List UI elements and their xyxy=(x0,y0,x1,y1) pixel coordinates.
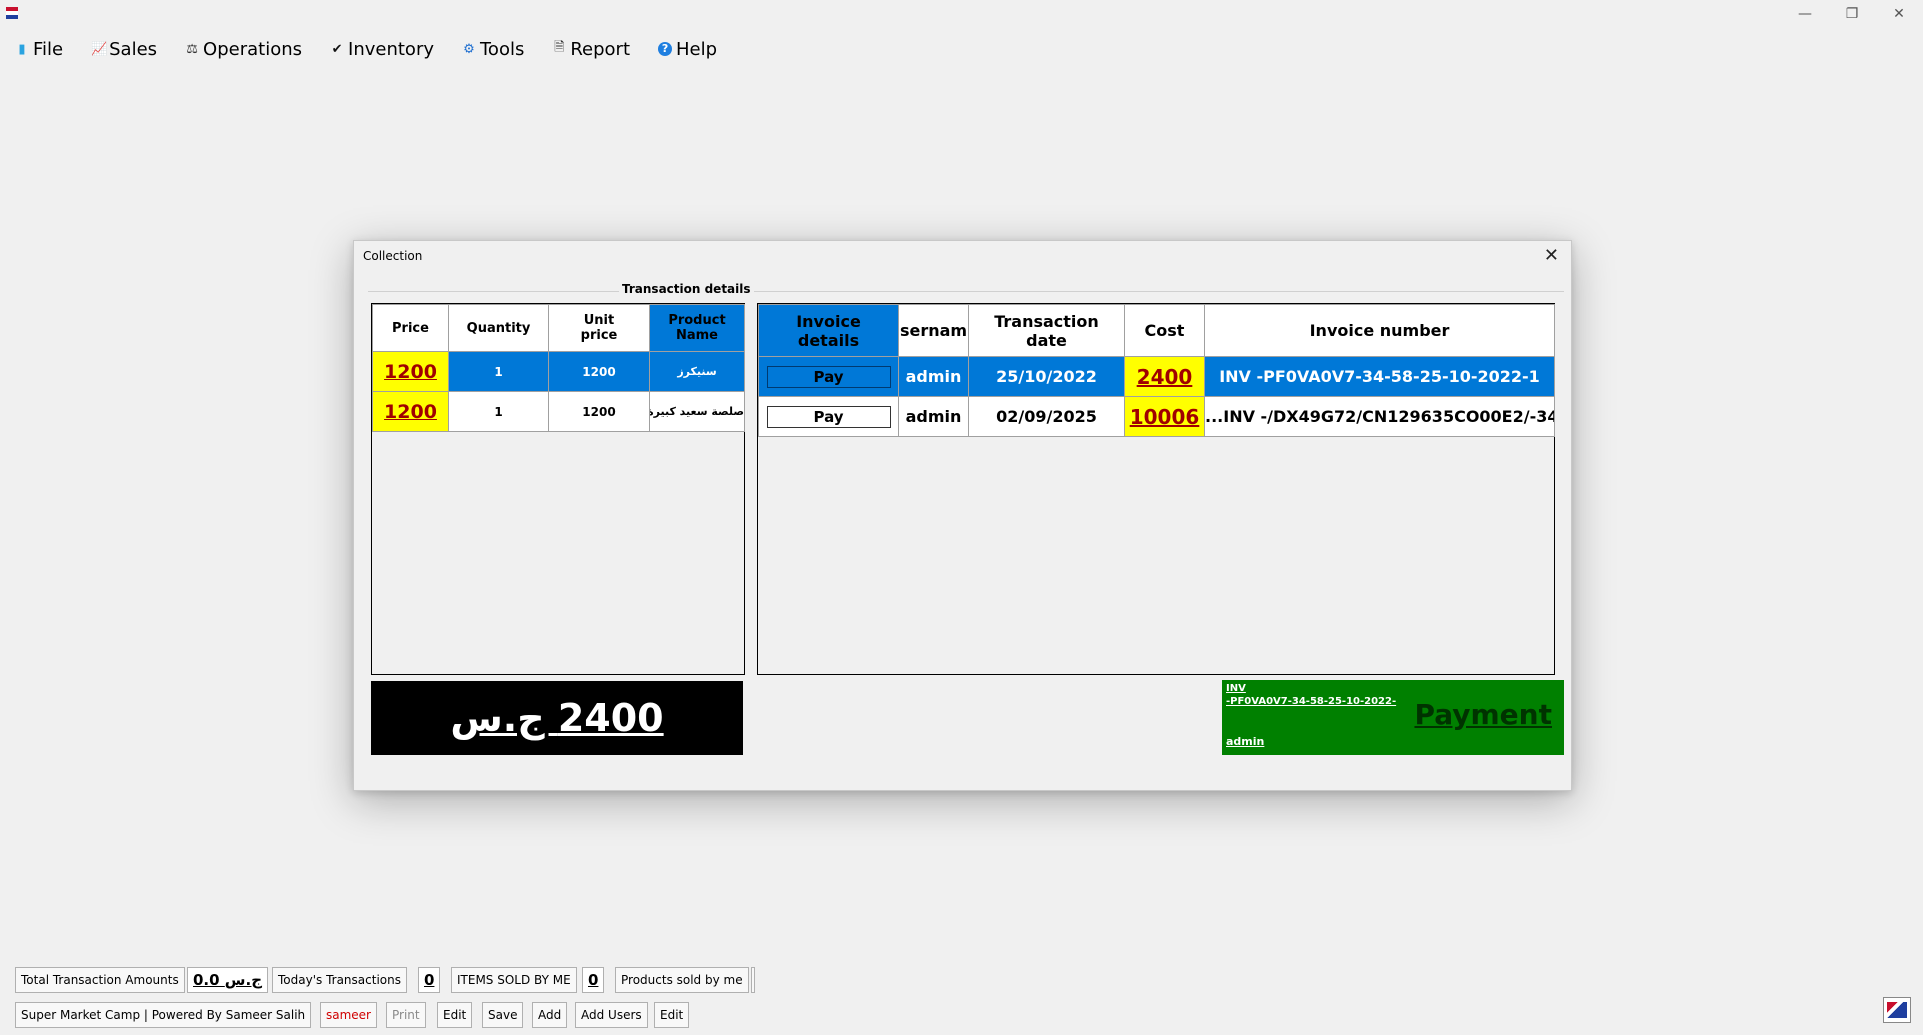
col-product-name[interactable]: Product Name xyxy=(649,304,745,352)
payment-user: admin xyxy=(1226,735,1265,748)
help-icon: ? xyxy=(658,42,673,56)
username-cell[interactable]: admin xyxy=(898,356,969,397)
add-users-button[interactable]: Add Users xyxy=(575,1002,648,1028)
file-icon: ▮ xyxy=(18,41,26,57)
username-cell[interactable]: admin xyxy=(898,396,969,437)
menu-inventory[interactable]: ✔ Inventory xyxy=(330,39,434,60)
todays-transactions-value: 0 xyxy=(418,967,441,993)
close-window-button[interactable]: ✕ xyxy=(1876,2,1922,26)
edit-users-button[interactable]: Edit xyxy=(654,1002,690,1028)
app-flag-icon xyxy=(6,7,18,19)
restore-button[interactable]: ❐ xyxy=(1829,2,1875,26)
menu-file-label: File xyxy=(33,38,64,60)
menu-report[interactable]: 🗎 Report xyxy=(552,38,630,60)
pay-cell: Pay xyxy=(758,396,899,437)
quantity-cell[interactable]: 1 xyxy=(448,391,549,432)
total-transactions-label: Total Transaction Amounts xyxy=(15,967,185,993)
unit-price-cell[interactable]: 1200 xyxy=(548,351,650,392)
price-cell[interactable]: 1200 xyxy=(372,351,449,392)
date-cell[interactable]: 25/10/2022 xyxy=(968,356,1125,397)
table-row[interactable]: Pay admin 02/09/2025 10006 ...INV -/DX49… xyxy=(758,396,1555,437)
save-button[interactable]: Save xyxy=(482,1002,524,1028)
menu-tools-label: Tools xyxy=(480,38,525,60)
payment-button[interactable]: INV -PF0VA0V7-34-58-25-10-2022- admin Pa… xyxy=(1222,680,1564,755)
col-unit-price[interactable]: Unit price xyxy=(548,304,650,352)
table-row[interactable]: 1200 1 1200 سنيكرز xyxy=(372,351,745,392)
operations-icon: ⚖ xyxy=(186,41,198,57)
status-divider xyxy=(751,967,755,993)
add-button[interactable]: Add xyxy=(532,1002,568,1028)
col-transaction-date[interactable]: Transaction date xyxy=(968,304,1125,357)
pay-button[interactable]: Pay xyxy=(766,405,891,428)
report-icon: 🗎 xyxy=(554,40,565,55)
table-row[interactable]: Pay admin 25/10/2022 2400 INV -PF0VA0V7-… xyxy=(758,356,1555,397)
transaction-details-label: Transaction details xyxy=(619,282,754,296)
col-quantity[interactable]: Quantity xyxy=(448,304,549,352)
dialog-title: Collection xyxy=(363,249,423,263)
menu-tools[interactable]: ⚙ Tools xyxy=(462,39,524,60)
table-row[interactable]: 1200 1 1200 صلصة سعيد كبيرة xyxy=(372,391,745,432)
col-username[interactable]: sernam xyxy=(898,304,969,357)
products-sold-label: Products sold by me xyxy=(615,967,749,993)
col-invoice-number[interactable]: Invoice number xyxy=(1204,304,1555,357)
payment-label: Payment xyxy=(1414,698,1552,731)
menu-sales[interactable]: 📈 Sales xyxy=(91,39,157,60)
close-icon[interactable]: ✕ xyxy=(1544,245,1559,266)
minimize-button[interactable]: — xyxy=(1782,2,1828,26)
menu-help-label: Help xyxy=(676,38,718,60)
product-name-cell[interactable]: صلصة سعيد كبيرة xyxy=(649,391,745,432)
print-button[interactable]: Print xyxy=(386,1002,426,1028)
todays-transactions-label: Today's Transactions xyxy=(272,967,407,993)
menu-report-label: Report xyxy=(570,38,631,60)
edit-button[interactable]: Edit xyxy=(437,1002,473,1028)
col-price[interactable]: Price xyxy=(372,304,449,352)
col-invoice-details[interactable]: Invoice details xyxy=(758,304,899,357)
unit-price-cell[interactable]: 1200 xyxy=(548,391,650,432)
items-sold-value: 0 xyxy=(582,967,605,993)
items-sold-label: ITEMS SOLD BY ME xyxy=(451,967,577,993)
product-name-cell[interactable]: سنيكرز xyxy=(649,351,745,392)
collection-dialog: Collection ✕ Transaction details Price Q… xyxy=(353,240,1572,791)
pay-button[interactable]: Pay xyxy=(766,365,891,388)
menu-operations[interactable]: ⚖ Operations xyxy=(185,39,302,60)
checkmark-icon: ✔ xyxy=(331,41,343,57)
transaction-items-grid[interactable]: Price Quantity Unit price Product Name 1… xyxy=(371,303,745,675)
total-amount-display: 2400 ج.س xyxy=(371,681,743,755)
invoice-number-cell[interactable]: ...INV -/DX49G72/CN129635CO00E2/-34-04-0… xyxy=(1204,396,1555,437)
cost-cell[interactable]: 10006 xyxy=(1124,396,1205,437)
gear-icon: ⚙ xyxy=(463,41,475,57)
price-cell[interactable]: 1200 xyxy=(372,391,449,432)
menu-help[interactable]: ? Help xyxy=(658,39,717,60)
invoice-number-cell[interactable]: INV -PF0VA0V7-34-58-25-10-2022-1 xyxy=(1204,356,1555,397)
flag-logo-icon xyxy=(1883,997,1911,1023)
title-bar: — ❐ ✕ xyxy=(0,0,1923,28)
grid-header-row: Price Quantity Unit price Product Name xyxy=(372,304,745,352)
payment-invoice-number: INV -PF0VA0V7-34-58-25-10-2022- xyxy=(1226,683,1397,707)
invoices-grid[interactable]: Invoice details sernam Transaction date … xyxy=(757,303,1555,675)
quantity-cell[interactable]: 1 xyxy=(448,351,549,392)
menu-operations-label: Operations xyxy=(203,38,303,60)
col-cost[interactable]: Cost xyxy=(1124,304,1205,357)
app-name-label: Super Market Camp | Powered By Sameer Sa… xyxy=(15,1002,312,1028)
menu-bar: ▮ File 📈 Sales ⚖ Operations ✔ Inventory … xyxy=(0,36,731,62)
date-cell[interactable]: 02/09/2025 xyxy=(968,396,1125,437)
menu-inventory-label: Inventory xyxy=(348,38,434,60)
transaction-groupbox xyxy=(368,291,1564,292)
cost-cell[interactable]: 2400 xyxy=(1124,356,1205,397)
sales-chart-icon: 📈 xyxy=(91,41,108,57)
menu-file[interactable]: ▮ File xyxy=(15,39,63,60)
total-transactions-value: 0.0 ج.س xyxy=(187,967,269,993)
menu-sales-label: Sales xyxy=(109,38,158,60)
pay-cell: Pay xyxy=(758,356,899,397)
status-bar: Total Transaction Amounts 0.0 ج.س Today'… xyxy=(0,965,1923,1035)
current-user-label: sameer xyxy=(320,1002,377,1028)
grid-header-row: Invoice details sernam Transaction date … xyxy=(758,304,1555,357)
total-amount-text: 2400 ج.س xyxy=(450,696,664,740)
